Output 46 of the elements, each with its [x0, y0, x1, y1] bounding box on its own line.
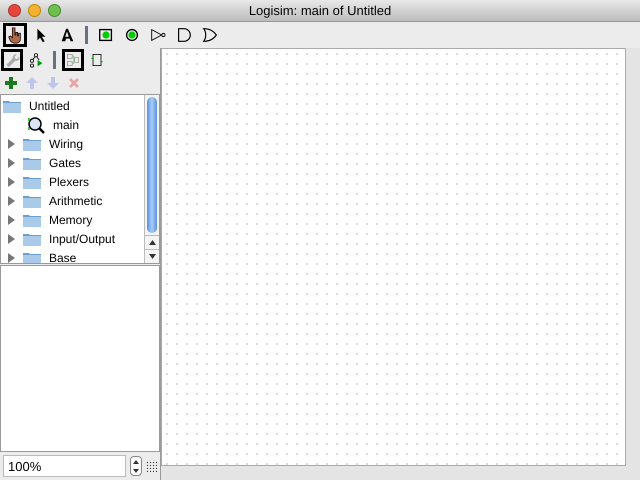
- tree-item[interactable]: Input/Output: [1, 229, 144, 248]
- window-title: Logisim: main of Untitled: [248, 2, 392, 20]
- zoom-field[interactable]: 100%: [3, 455, 126, 477]
- tree-item[interactable]: Wiring: [1, 134, 144, 153]
- zoom-button[interactable]: [48, 4, 61, 17]
- tool-button[interactable]: [1, 49, 23, 71]
- tree-item[interactable]: Gates: [1, 153, 144, 172]
- tree-item[interactable]: Memory: [1, 210, 144, 229]
- tree-item[interactable]: Base: [1, 248, 144, 263]
- tree-label: main: [53, 116, 80, 134]
- tree-label: Memory: [49, 212, 92, 228]
- folder-icon: [23, 156, 41, 170]
- tree-label: Plexers: [49, 174, 90, 190]
- tool-button[interactable]: [3, 23, 27, 47]
- folder-icon: [23, 136, 41, 150]
- magnifier-icon: [27, 116, 45, 134]
- and-gate-icon: [175, 25, 193, 45]
- tree-label: Arithmetic: [49, 192, 102, 210]
- or-gate-icon: [201, 25, 219, 45]
- down-arrow-icon: [133, 468, 139, 472]
- hand-icon: [6, 25, 24, 45]
- tree-label: Input/Output: [49, 230, 116, 248]
- tree-item[interactable]: Plexers: [1, 172, 144, 191]
- tree-item[interactable]: Untitled: [1, 96, 144, 115]
- tree-item[interactable]: main: [1, 115, 144, 134]
- add-icon[interactable]: [4, 76, 18, 90]
- tree-label: Wiring: [49, 136, 84, 152]
- scrollbar[interactable]: [144, 95, 159, 263]
- folder-icon: [23, 174, 41, 188]
- folder-icon: [23, 232, 41, 246]
- tree-icon: [28, 50, 44, 70]
- tree-label: Base: [49, 250, 76, 263]
- grid-icon: [146, 460, 157, 472]
- up-arrow-icon: [133, 460, 139, 464]
- folder-icon: [23, 194, 41, 208]
- scroll-up-icon[interactable]: [148, 240, 156, 245]
- scroll-down-icon[interactable]: [148, 254, 156, 259]
- tree-item[interactable]: Arithmetic: [1, 191, 144, 210]
- folder-icon: [3, 98, 21, 112]
- zoom-stepper[interactable]: [130, 456, 142, 476]
- folder-icon: [23, 212, 41, 226]
- folder-icon: [23, 250, 41, 263]
- tree-label: Untitled: [29, 98, 70, 114]
- tree-label: Gates: [49, 154, 82, 172]
- close-button[interactable]: [8, 4, 21, 17]
- tool-button[interactable]: [62, 49, 84, 71]
